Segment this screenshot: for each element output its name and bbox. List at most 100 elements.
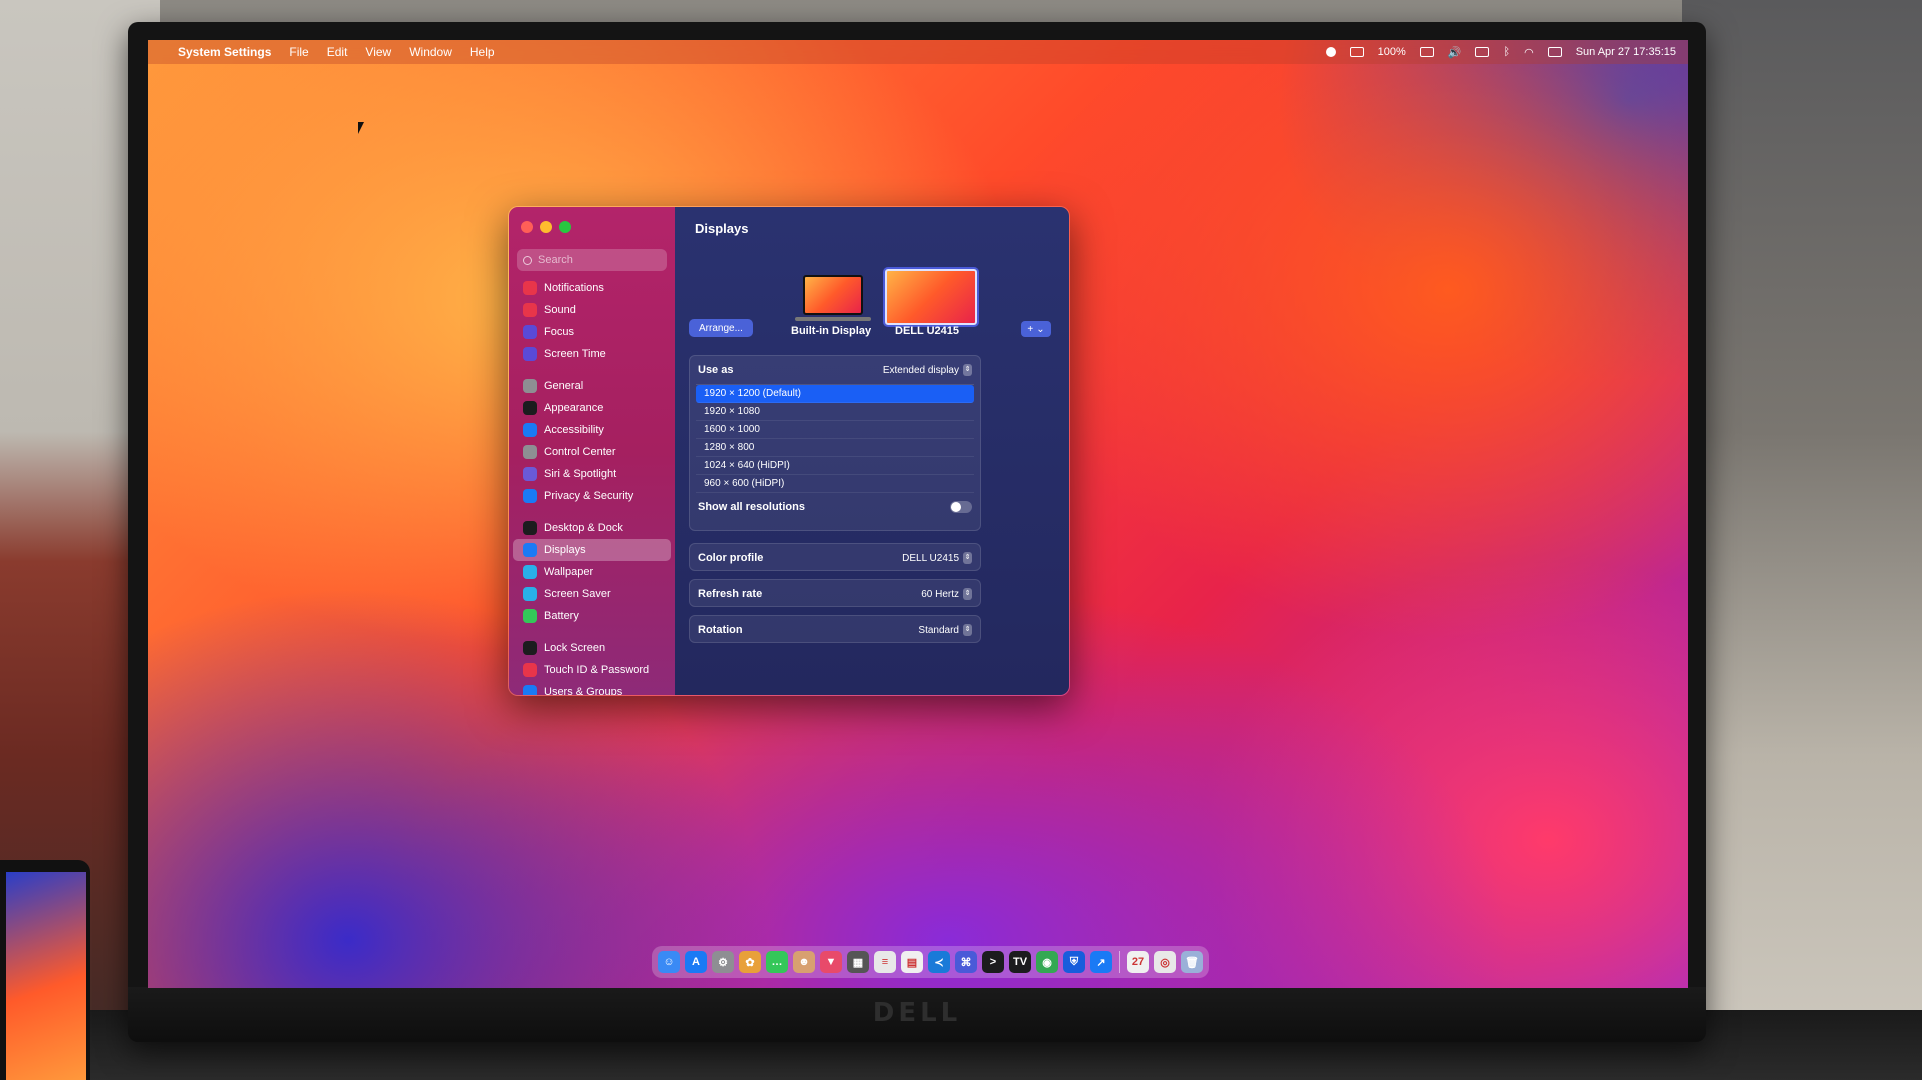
- vscode-icon[interactable]: ≺: [928, 951, 950, 973]
- bitwarden-icon[interactable]: ⛨: [1063, 951, 1085, 973]
- menu-file[interactable]: File: [289, 45, 308, 59]
- search-icon: [523, 255, 532, 265]
- sidebar-item-label: Touch ID & Password: [544, 664, 650, 676]
- menu-app-name[interactable]: System Settings: [178, 45, 271, 59]
- arrow-app-icon[interactable]: ↗: [1090, 951, 1112, 973]
- sidebar-item-users-groups[interactable]: Users & Groups: [513, 681, 671, 695]
- network-icon[interactable]: ⌘: [955, 951, 977, 973]
- rotation-label: Rotation: [698, 624, 743, 636]
- app-store-icon[interactable]: A: [685, 951, 707, 973]
- system-settings-icon[interactable]: ⚙: [712, 951, 734, 973]
- sidebar-item-general[interactable]: General: [513, 375, 671, 397]
- contacts-icon[interactable]: ☻: [793, 951, 815, 973]
- sidebar-item-desktop-dock[interactable]: Desktop & Dock: [513, 517, 671, 539]
- dell-display-label[interactable]: DELL U2415: [895, 325, 959, 337]
- show-all-toggle[interactable]: [950, 501, 972, 513]
- document-icon[interactable]: ▤: [901, 951, 923, 973]
- sidebar-item-notifications[interactable]: Notifications: [513, 277, 671, 299]
- use-as-row: Use as Extended display ⇕: [690, 356, 980, 384]
- popup-stepper-icon: ⇕: [963, 624, 972, 636]
- resolution-option[interactable]: 1920 × 1200 (Default): [696, 385, 974, 403]
- color-profile-popup[interactable]: DELL U2415 ⇕: [902, 552, 972, 564]
- control-center-icon[interactable]: [1547, 47, 1562, 57]
- dock-separator: [1119, 951, 1120, 973]
- sidebar-item-label: General: [544, 380, 584, 392]
- sidebar-item-label: Screen Saver: [544, 588, 611, 600]
- resolution-option[interactable]: 1600 × 1000: [696, 421, 974, 439]
- close-button[interactable]: [521, 221, 533, 233]
- moon-icon: [523, 325, 537, 339]
- sidebar-item-accessibility[interactable]: Accessibility: [513, 419, 671, 441]
- terminal-icon[interactable]: >: [982, 951, 1004, 973]
- calendar-icon[interactable]: 27: [1127, 951, 1149, 973]
- calculator-icon[interactable]: ▦: [847, 951, 869, 973]
- sidebar-item-displays[interactable]: Displays: [513, 539, 671, 561]
- minimize-button[interactable]: [540, 221, 552, 233]
- use-as-popup[interactable]: Extended display ⇕: [883, 364, 972, 376]
- room-wall-right: [1682, 0, 1922, 1080]
- menu-help[interactable]: Help: [470, 45, 495, 59]
- bluetooth-icon[interactable]: ᛒ: [1503, 46, 1510, 58]
- menu-view[interactable]: View: [365, 45, 391, 59]
- sidebar-item-lock-screen[interactable]: Lock Screen: [513, 637, 671, 659]
- arrange-button[interactable]: Arrange...: [689, 319, 753, 337]
- wifi-icon[interactable]: ◠: [1524, 46, 1534, 59]
- battery-percent[interactable]: 100%: [1378, 46, 1406, 58]
- sidebar-item-touch-id-password[interactable]: Touch ID & Password: [513, 659, 671, 681]
- rotation-popup[interactable]: Standard ⇕: [918, 624, 972, 636]
- status-app-icon[interactable]: [1325, 47, 1336, 57]
- sidebar-separator: [509, 507, 675, 517]
- sidebar-item-battery[interactable]: Battery: [513, 605, 671, 627]
- messages-icon[interactable]: …: [766, 951, 788, 973]
- menu-clock[interactable]: Sun Apr 27 17:35:15: [1576, 46, 1676, 58]
- sun-icon: [523, 543, 537, 557]
- notes-icon[interactable]: ≡: [874, 951, 896, 973]
- refresh-rate-popup[interactable]: 60 Hertz ⇕: [921, 588, 972, 600]
- add-label: +: [1027, 323, 1034, 335]
- sidebar-item-screen-saver[interactable]: Screen Saver: [513, 583, 671, 605]
- hourglass-icon: [523, 347, 537, 361]
- sidebar-item-control-center[interactable]: Control Center: [513, 441, 671, 463]
- tradingview-icon[interactable]: TV: [1009, 951, 1031, 973]
- status-monitor-icon[interactable]: [1349, 47, 1364, 57]
- dell-display-thumbnail[interactable]: [885, 269, 977, 325]
- chrome-icon[interactable]: ◉: [1036, 951, 1058, 973]
- sidebar-item-screen-time[interactable]: Screen Time: [513, 343, 671, 365]
- built-in-display-label[interactable]: Built-in Display: [791, 325, 871, 337]
- sidebar-item-appearance[interactable]: Appearance: [513, 397, 671, 419]
- volume-icon[interactable]: 🔊: [1448, 46, 1462, 59]
- photos-icon[interactable]: ✿: [739, 951, 761, 973]
- resolution-option[interactable]: 1280 × 800: [696, 439, 974, 457]
- menu-edit[interactable]: Edit: [327, 45, 348, 59]
- display-icon[interactable]: [1475, 47, 1490, 57]
- battery-icon[interactable]: [1419, 47, 1434, 57]
- sidebar-item-wallpaper[interactable]: Wallpaper: [513, 561, 671, 583]
- resolution-panel: Use as Extended display ⇕ 1920 × 1200 (D…: [689, 355, 981, 531]
- use-as-value: Extended display: [882, 364, 959, 376]
- sidebar-item-privacy-security[interactable]: Privacy & Security: [513, 485, 671, 507]
- rotation-row: Rotation Standard ⇕: [689, 615, 981, 643]
- search-input[interactable]: Search: [517, 249, 667, 271]
- trash-icon[interactable]: 🗑: [1181, 951, 1203, 973]
- resolution-option[interactable]: 960 × 600 (HiDPI): [696, 475, 974, 493]
- built-in-display-thumbnail[interactable]: [803, 275, 863, 315]
- add-display-button[interactable]: + ⌄: [1021, 321, 1051, 337]
- zoom-button[interactable]: [559, 221, 571, 233]
- popup-stepper-icon: ⇕: [963, 552, 972, 564]
- sidebar-item-siri-spotlight[interactable]: Siri & Spotlight: [513, 463, 671, 485]
- preview-icon[interactable]: ◎: [1154, 951, 1176, 973]
- resolution-option[interactable]: 1024 × 640 (HiDPI): [696, 457, 974, 475]
- sidebar-item-label: Appearance: [544, 402, 604, 414]
- screensaver-icon: [523, 587, 537, 601]
- sidebar-separator: [509, 365, 675, 375]
- finder-icon[interactable]: ☺: [658, 951, 680, 973]
- menu-window[interactable]: Window: [409, 45, 452, 59]
- sidebar-item-label: Battery: [544, 610, 579, 622]
- rotation-value: Standard: [918, 624, 959, 636]
- shield-app-icon[interactable]: ▼: [820, 951, 842, 973]
- resolution-option[interactable]: 1920 × 1080: [696, 403, 974, 421]
- sidebar-item-sound[interactable]: Sound: [513, 299, 671, 321]
- mouse-cursor: [358, 122, 364, 134]
- sidebar-item-focus[interactable]: Focus: [513, 321, 671, 343]
- sidebar-item-label: Notifications: [544, 282, 604, 294]
